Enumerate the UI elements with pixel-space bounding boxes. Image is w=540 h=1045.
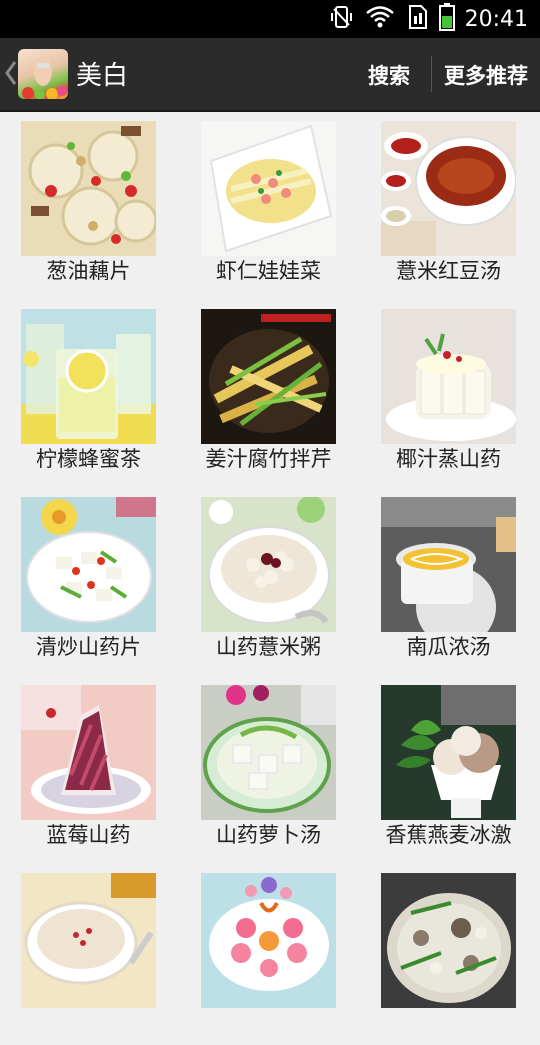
recipe-item[interactable]	[371, 865, 531, 1045]
recipe-item[interactable]: 葱油藕片	[11, 113, 171, 293]
vibrate-icon	[329, 4, 355, 34]
recipe-thumbnail	[21, 873, 156, 1008]
battery-icon	[438, 3, 455, 35]
recipe-thumbnail	[201, 121, 336, 256]
recipe-thumbnail	[381, 497, 516, 632]
recipe-thumbnail	[381, 685, 516, 820]
recipe-name: 香蕉燕麦冰激	[385, 823, 512, 847]
recipe-thumbnail	[21, 309, 156, 444]
recipe-item[interactable]	[11, 865, 171, 1045]
recipe-name: 葱油藕片	[46, 259, 131, 283]
recipe-name: 蓝莓山药	[46, 823, 131, 847]
more-recommendations-button[interactable]: 更多推荐	[444, 60, 528, 90]
wifi-icon	[365, 4, 395, 34]
recipe-item[interactable]: 山药薏米粥	[191, 489, 351, 669]
status-icons: 20:41	[329, 0, 528, 38]
recipe-item[interactable]: 清炒山药片	[11, 489, 171, 669]
recipe-item[interactable]: 柠檬蜂蜜茶	[11, 301, 171, 481]
recipe-name: 山药薏米粥	[216, 635, 321, 659]
recipe-name: 南瓜浓汤	[406, 635, 491, 659]
recipe-name: 清炒山药片	[36, 635, 141, 659]
recipe-thumbnail	[21, 121, 156, 256]
page-title: 美白	[76, 61, 129, 91]
recipe-thumbnail	[201, 873, 336, 1008]
recipe-name: 山药萝卜汤	[216, 823, 321, 847]
back-chevron-icon[interactable]	[4, 58, 18, 88]
recipe-item[interactable]: 椰汁蒸山药	[371, 301, 531, 481]
recipe-name: 虾仁娃娃菜	[216, 259, 321, 283]
recipe-name: 椰汁蒸山药	[396, 447, 501, 471]
recipe-thumbnail	[21, 685, 156, 820]
status-bar: 20:41	[0, 0, 540, 38]
recipe-item[interactable]: 山药萝卜汤	[191, 677, 351, 857]
recipe-item[interactable]: 姜汁腐竹拌芹	[191, 301, 351, 481]
search-button[interactable]: 搜索	[368, 60, 410, 90]
recipe-thumbnail	[381, 121, 516, 256]
recipe-item[interactable]: 薏米红豆汤	[371, 113, 531, 293]
app-logo[interactable]	[18, 49, 68, 99]
recipe-thumbnail	[381, 309, 516, 444]
recipe-thumbnail	[201, 309, 336, 444]
recipe-item[interactable]: 蓝莓山药	[11, 677, 171, 857]
recipe-thumbnail	[201, 685, 336, 820]
recipe-item[interactable]: 虾仁娃娃菜	[191, 113, 351, 293]
action-divider	[431, 56, 432, 92]
recipe-thumbnail	[201, 497, 336, 632]
recipe-item[interactable]: 香蕉燕麦冰激	[371, 677, 531, 857]
action-bar: 美白 搜索 更多推荐	[0, 38, 540, 112]
recipe-name: 柠檬蜂蜜茶	[36, 447, 141, 471]
recipe-thumbnail	[21, 497, 156, 632]
recipe-name: 姜汁腐竹拌芹	[205, 447, 332, 471]
recipe-thumbnail	[381, 873, 516, 1008]
recipe-name: 薏米红豆汤	[396, 259, 501, 283]
recipe-item[interactable]: 南瓜浓汤	[371, 489, 531, 669]
recipe-item[interactable]	[191, 865, 351, 1045]
sim-card-icon	[405, 4, 429, 34]
clock: 20:41	[464, 6, 528, 32]
